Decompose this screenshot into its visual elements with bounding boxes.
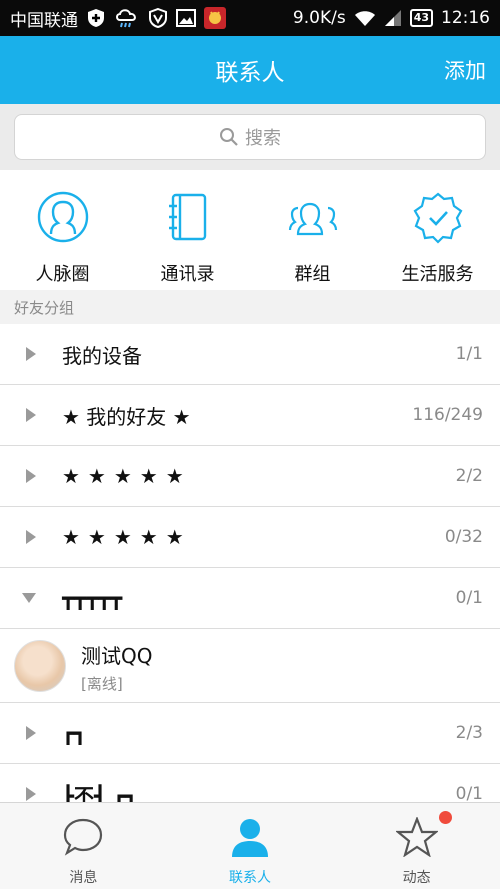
expand-arrow-icon bbox=[26, 469, 36, 483]
quick-entry-label: 生活服务 bbox=[401, 264, 474, 285]
search-placeholder: 搜索 bbox=[245, 128, 281, 149]
tab-label: 联系人 bbox=[229, 870, 271, 886]
group-row[interactable]: ★★★★★ 0/32 bbox=[0, 507, 500, 568]
address-book-icon bbox=[161, 190, 215, 248]
bottom-tab-bar: 消息 联系人 动态 bbox=[0, 802, 500, 889]
vpn-icon bbox=[148, 8, 168, 28]
group-count: 2/3 bbox=[455, 723, 483, 743]
tab-label: 消息 bbox=[69, 870, 98, 886]
add-button[interactable]: 添加 bbox=[444, 55, 486, 85]
group-name: ┳┳┳┳┳ bbox=[62, 586, 123, 610]
group-row[interactable]: ┏┓ 2/3 bbox=[0, 703, 500, 764]
collapse-arrow-icon bbox=[22, 593, 36, 603]
wifi-icon bbox=[354, 9, 376, 27]
group-name: ┏┓ bbox=[62, 721, 87, 745]
signal-icon bbox=[384, 9, 402, 27]
group-name: ┣不┫ ┏┓ bbox=[62, 783, 138, 803]
group-icon bbox=[286, 190, 340, 248]
group-count: 0/1 bbox=[455, 784, 483, 802]
group-count: 1/1 bbox=[455, 344, 483, 364]
page-title: 联系人 bbox=[215, 60, 285, 86]
expand-arrow-icon bbox=[26, 726, 36, 740]
group-count: 2/2 bbox=[455, 466, 483, 486]
group-row-expanded[interactable]: ┳┳┳┳┳ 0/1 bbox=[0, 568, 500, 629]
tab-label: 动态 bbox=[402, 870, 431, 886]
expand-arrow-icon bbox=[26, 787, 36, 801]
tab-contacts[interactable]: 联系人 bbox=[167, 803, 334, 889]
search-input[interactable]: 搜索 bbox=[14, 114, 486, 160]
group-count: 0/1 bbox=[455, 588, 483, 608]
quick-entries: 人脉圈 通讯录 群组 生活服务 bbox=[0, 170, 500, 290]
person-icon bbox=[229, 817, 271, 861]
expand-arrow-icon bbox=[26, 530, 36, 544]
carrier-label: 中国联通 bbox=[10, 10, 78, 31]
group-row[interactable]: ★ 我的好友 ★ 116/249 bbox=[0, 385, 500, 446]
group-name: ★★★★★ bbox=[62, 525, 192, 549]
group-count: 116/249 bbox=[412, 405, 483, 425]
avatar bbox=[14, 640, 66, 692]
group-row[interactable]: ┣不┫ ┏┓ 0/1 bbox=[0, 764, 500, 802]
group-count: 0/32 bbox=[444, 527, 483, 547]
group-name: 我的设备 bbox=[62, 343, 142, 368]
quick-entry-contacts[interactable]: 通讯录 bbox=[125, 170, 250, 290]
quick-entry-groups[interactable]: 群组 bbox=[250, 170, 375, 290]
tab-messages[interactable]: 消息 bbox=[0, 803, 167, 889]
header-bar: 联系人 添加 bbox=[0, 36, 500, 104]
contact-name: 测试QQ bbox=[81, 644, 153, 668]
search-icon bbox=[219, 127, 239, 147]
notification-dot bbox=[439, 811, 453, 824]
battery-icon: 43 bbox=[409, 9, 433, 27]
network-speed: 9.0K/s bbox=[292, 8, 346, 28]
star-icon bbox=[394, 815, 439, 861]
group-row[interactable]: ★★★★★ 2/2 bbox=[0, 446, 500, 507]
group-name: ★ 我的好友 ★ bbox=[62, 404, 191, 429]
section-header: 好友分组 bbox=[0, 290, 500, 324]
group-row[interactable]: 我的设备 1/1 bbox=[0, 324, 500, 385]
tab-feed[interactable]: 动态 bbox=[333, 803, 500, 889]
person-circle-icon bbox=[36, 190, 90, 248]
friend-group-list[interactable]: 我的设备 1/1 ★ 我的好友 ★ 116/249 ★★★★★ 2/2 ★★★★… bbox=[0, 324, 500, 802]
image-icon bbox=[176, 8, 196, 28]
clock: 12:16 bbox=[441, 8, 490, 28]
quick-entry-label: 群组 bbox=[294, 264, 331, 285]
shield-plus-icon bbox=[86, 8, 106, 28]
quick-entry-label: 人脉圈 bbox=[35, 264, 90, 285]
search-area: 搜索 bbox=[0, 104, 500, 170]
battery-level: 43 bbox=[413, 11, 429, 24]
chat-bubble-icon bbox=[62, 817, 104, 861]
expand-arrow-icon bbox=[26, 347, 36, 361]
verified-badge-icon bbox=[411, 190, 465, 248]
contact-row[interactable]: 测试QQ [离线] bbox=[0, 629, 500, 703]
quick-entry-life-services[interactable]: 生活服务 bbox=[375, 170, 500, 290]
expand-arrow-icon bbox=[26, 408, 36, 422]
app-icon bbox=[204, 7, 226, 29]
quick-entry-network[interactable]: 人脉圈 bbox=[0, 170, 125, 290]
group-name: ★★★★★ bbox=[62, 464, 192, 488]
weather-cloud-icon bbox=[114, 7, 140, 29]
quick-entry-label: 通讯录 bbox=[160, 264, 215, 285]
contact-status: [离线] bbox=[81, 675, 123, 693]
status-bar: 中国联通 9.0K/s 43 12:16 bbox=[0, 0, 500, 36]
